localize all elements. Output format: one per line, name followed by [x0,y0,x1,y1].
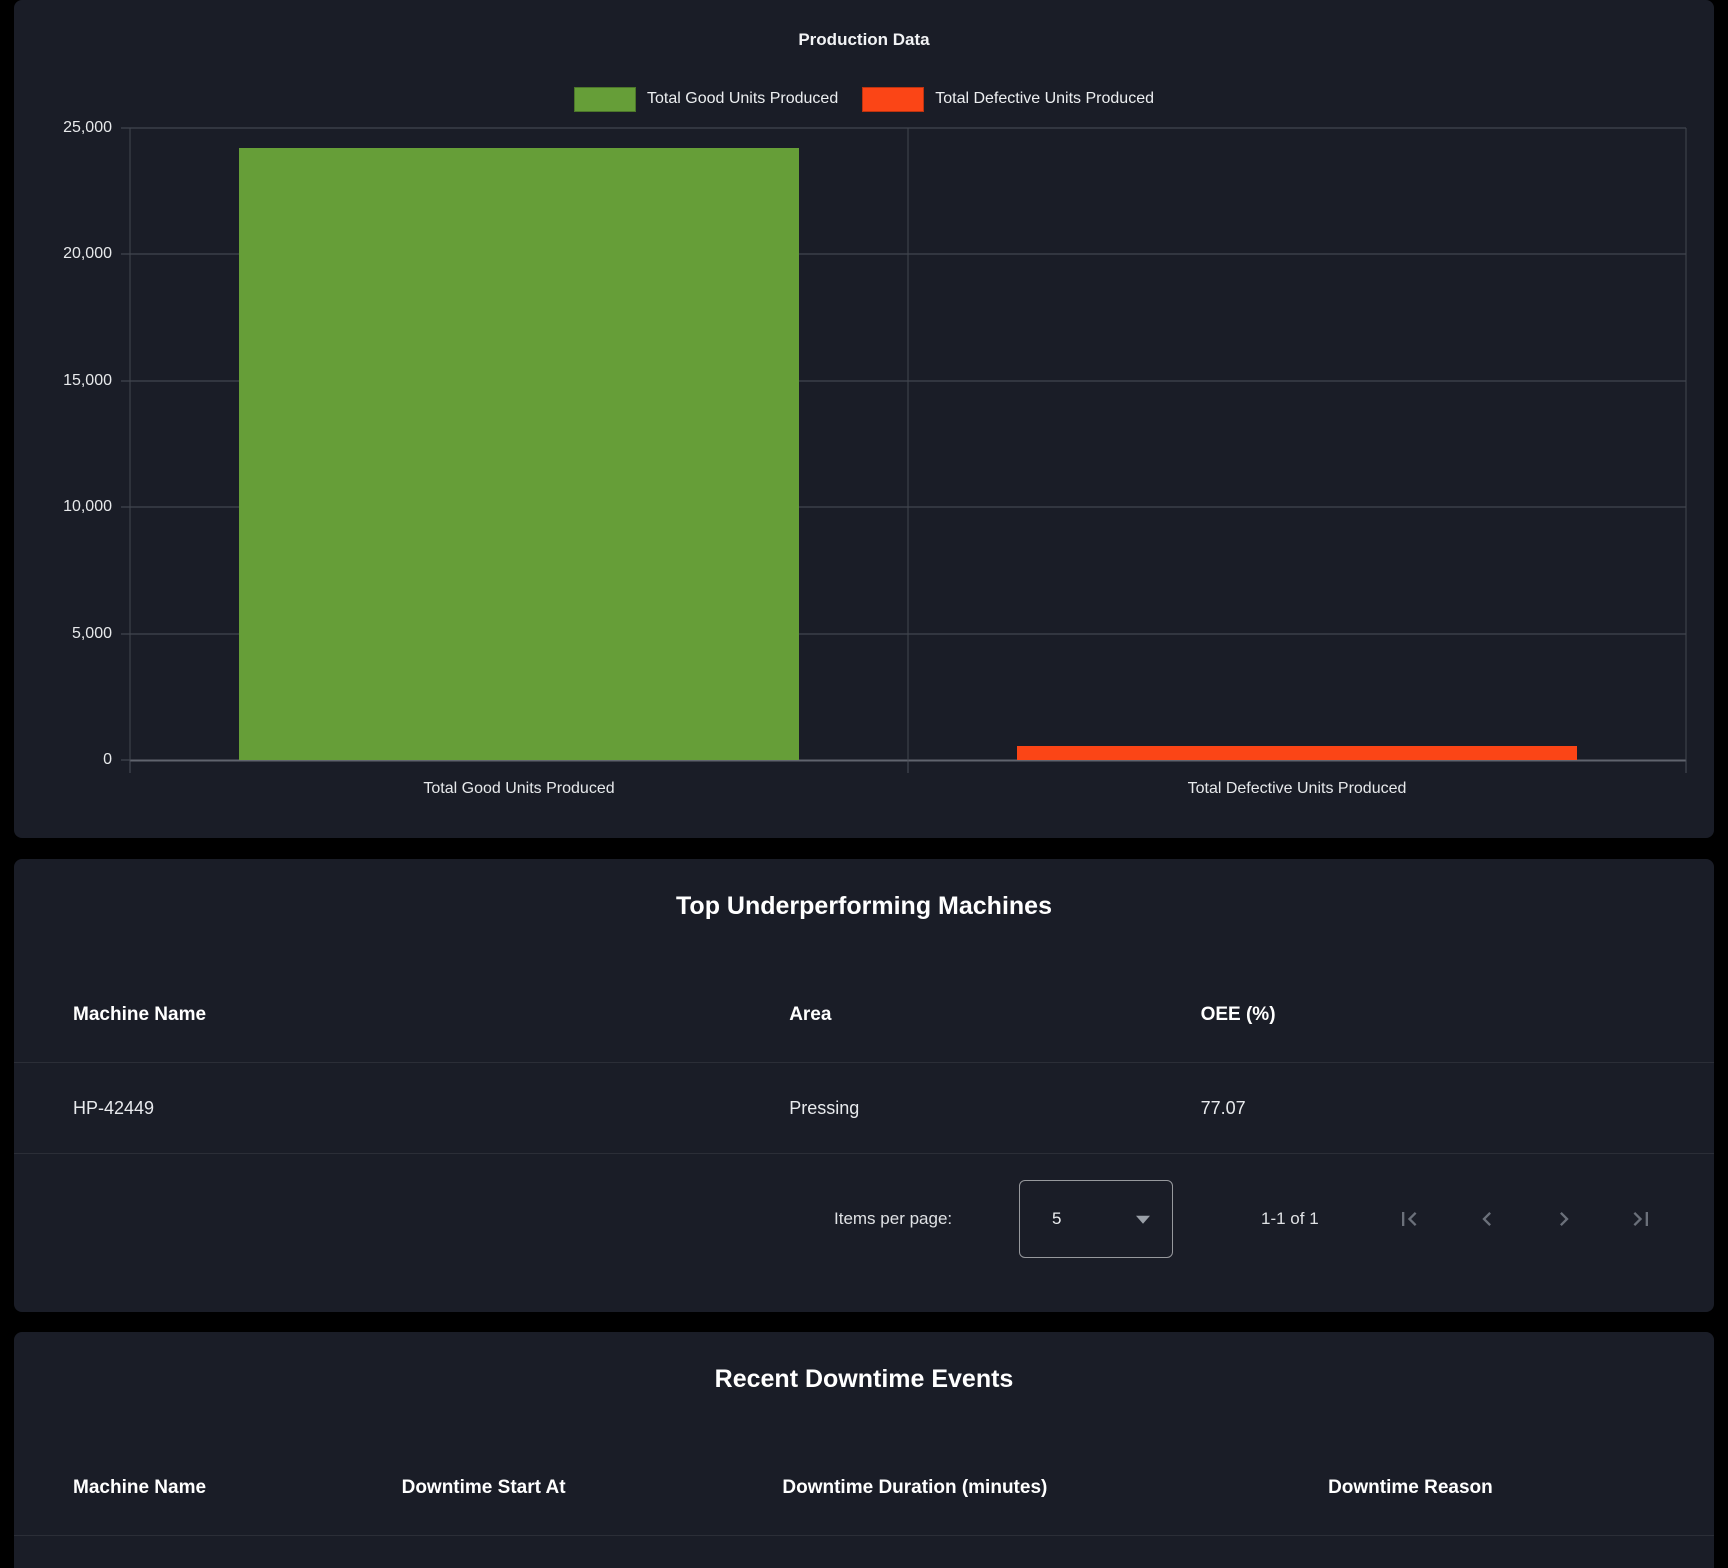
column-header-downtime-start: Downtime Start At [402,1477,783,1499]
downtime-events-panel: Recent Downtime Events Machine Name Down… [14,1332,1714,1568]
column-header-downtime-reason: Downtime Reason [1328,1477,1714,1499]
column-header-machine-name: Machine Name [14,1004,789,1026]
legend-item-label: Total Defective Units Produced [935,90,1154,108]
cell-area: Pressing [789,1098,1200,1119]
legend-item-label: Total Good Units Produced [647,90,838,108]
items-per-page-value: 5 [1052,1209,1061,1229]
downtime-title: Recent Downtime Events [14,1365,1714,1394]
y-tick-label: 5,000 [72,625,112,643]
x-tick-mark [130,760,131,773]
items-per-page-label: Items per page: [834,1209,952,1229]
y-tick-label: 10,000 [63,498,112,516]
column-header-machine-name: Machine Name [14,1477,402,1499]
paginator-range-label: 1-1 of 1 [1261,1209,1319,1229]
bar-slot [908,128,1686,760]
x-category-label: Total Good Units Produced [130,780,908,798]
bar-good-units [239,148,799,760]
underperforming-machines-panel: Top Underperforming Machines Machine Nam… [14,859,1714,1312]
production-chart-panel: Production Data Total Good Units Produce… [14,0,1714,838]
next-page-button[interactable] [1542,1197,1586,1241]
column-header-area: Area [789,1004,1200,1026]
y-tick-label: 0 [103,751,112,769]
last-page-icon [1627,1205,1655,1233]
chevron-down-icon [1136,1216,1150,1224]
legend-item[interactable]: Total Good Units Produced [574,87,838,112]
underperforming-header-row: Machine Name Area OEE (%) [14,967,1714,1063]
bar-slot [130,128,908,760]
previous-page-icon [1473,1205,1501,1233]
y-tick-label: 20,000 [63,245,112,263]
column-header-oee: OEE (%) [1201,1004,1714,1026]
next-page-icon [1550,1205,1578,1233]
downtime-header-row: Machine Name Downtime Start At Downtime … [14,1440,1714,1536]
previous-page-button[interactable] [1465,1197,1509,1241]
legend-swatch [862,87,924,112]
first-page-icon [1395,1205,1423,1233]
items-per-page-select[interactable]: 5 [1019,1180,1173,1258]
plot-area: 05,00010,00015,00020,00025,000Total Good… [130,128,1686,760]
table-row: HP-42449 Pressing 77.07 [14,1063,1714,1154]
x-category-label: Total Defective Units Produced [908,780,1686,798]
column-header-downtime-duration: Downtime Duration (minutes) [782,1477,1328,1499]
cell-machine-name: HP-42449 [14,1098,789,1119]
first-page-button[interactable] [1387,1197,1431,1241]
cell-oee: 77.07 [1201,1098,1714,1119]
chart-title: Production Data [14,30,1714,50]
x-tick-mark [1686,760,1687,773]
paginator: Items per page: 5 1-1 of 1 [14,1180,1714,1258]
y-tick-label: 15,000 [63,372,112,390]
underperforming-title: Top Underperforming Machines [14,892,1714,921]
x-tick-mark [908,760,909,773]
chart-legend: Total Good Units Produced Total Defective… [14,86,1714,112]
last-page-button[interactable] [1619,1197,1663,1241]
bar-defective-units [1017,746,1577,760]
y-tick-label: 25,000 [63,119,112,137]
legend-item[interactable]: Total Defective Units Produced [862,87,1154,112]
legend-swatch [574,87,636,112]
